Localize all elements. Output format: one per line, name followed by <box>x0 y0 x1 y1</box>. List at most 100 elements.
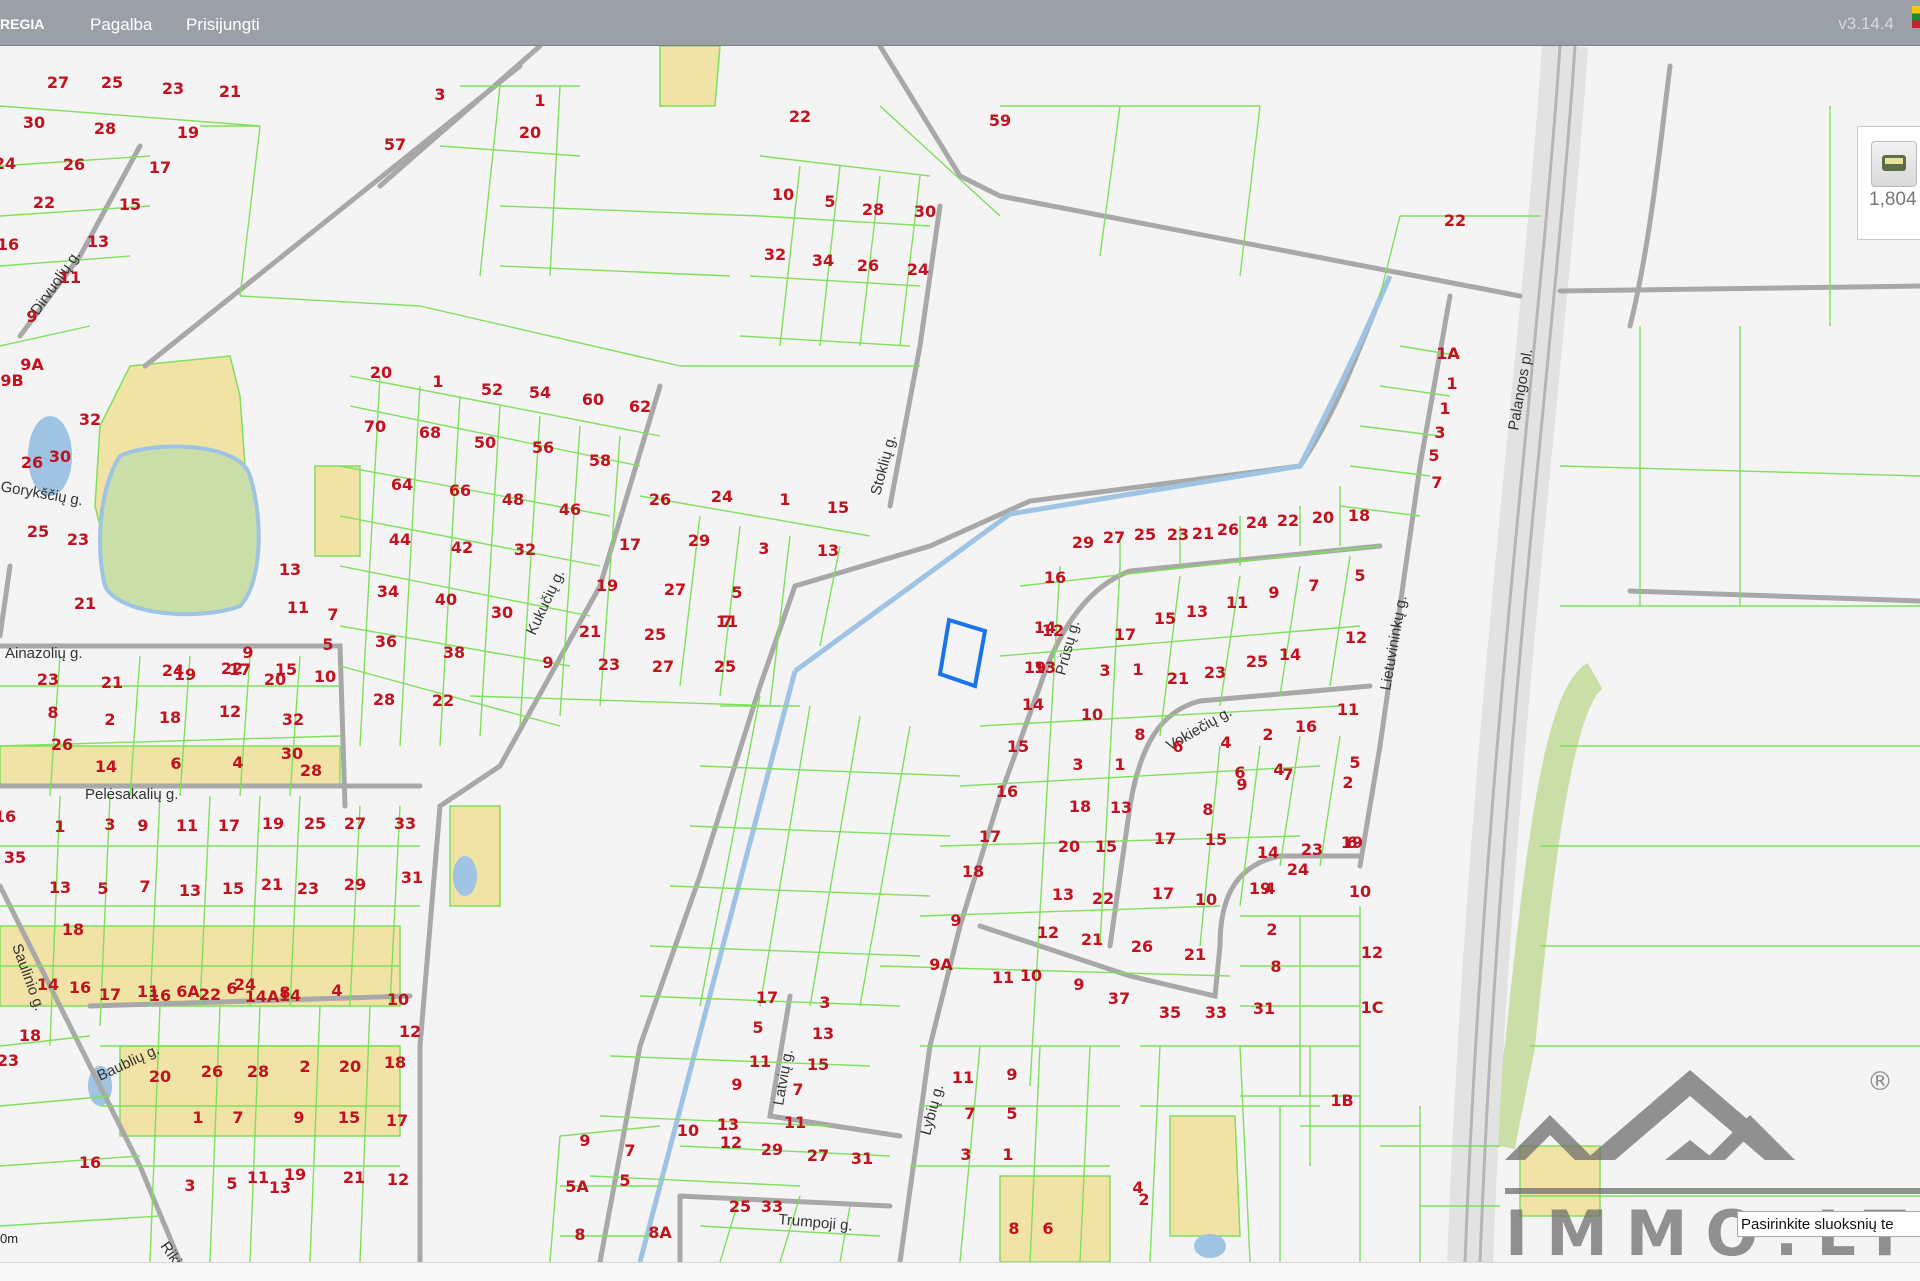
parcel-number: 18 <box>384 1053 406 1072</box>
parcel-number: 7 <box>964 1104 975 1123</box>
immo-logo: IMMO.LT ® <box>1505 1067 1920 1270</box>
parcel-number: 9 <box>542 653 553 672</box>
parcel-number: 12 <box>720 1133 742 1152</box>
language-flag-icon[interactable] <box>1912 6 1920 28</box>
parcel-number: 58 <box>589 451 611 470</box>
parcel-number: 5A <box>565 1177 589 1196</box>
parcel-number: 5 <box>731 583 742 602</box>
app-brand[interactable]: REGIA <box>0 16 44 32</box>
parcel-number: 18 <box>159 708 181 727</box>
parcel-number: 19 <box>262 814 284 833</box>
parcel-number: 7 <box>1308 576 1319 595</box>
parcel-number: 21 <box>219 82 241 101</box>
parcel-number: 11 <box>287 598 309 617</box>
parcel-number: 16 <box>149 986 171 1005</box>
parcel-number: 70 <box>364 417 386 436</box>
parcel-number: 14 <box>279 986 301 1005</box>
parcel-number: 2 <box>1266 920 1277 939</box>
parcel-number: 7 <box>1431 473 1442 492</box>
logo-registered: ® <box>1867 1067 1893 1097</box>
parcel-number: 20 <box>149 1067 171 1086</box>
parcel-number: 10 <box>387 990 409 1009</box>
parcel-number: 9B <box>0 371 23 390</box>
parcel-number: 18 <box>1069 797 1091 816</box>
parcel-number: 1 <box>192 1108 203 1127</box>
parcel-number: 17 <box>218 816 240 835</box>
parcel-number: 4 <box>1220 733 1231 752</box>
parcel-number: 18 <box>19 1026 41 1045</box>
parcel-number: 18 <box>62 920 84 939</box>
parcel-number: 13 <box>1052 885 1074 904</box>
parcel-number: 24 <box>711 487 733 506</box>
parcel-number: 3 <box>1072 755 1083 774</box>
parcel-number: 31 <box>1253 999 1275 1018</box>
parcel-number: 1 <box>1002 1145 1013 1164</box>
parcel-number: 21 <box>343 1168 365 1187</box>
parcel-number: 9 <box>1073 975 1084 994</box>
parcel-number: 4 <box>1264 879 1275 898</box>
parcel-number: 8 <box>1202 800 1213 819</box>
parcel-number: 27 <box>1103 528 1125 547</box>
parcel-number: 24 <box>1246 513 1268 532</box>
parcel-number: 11 <box>176 816 198 835</box>
menu-help[interactable]: Pagalba <box>90 15 152 35</box>
parcel-number: 19 <box>1024 658 1046 677</box>
parcel-number: 9 <box>137 816 148 835</box>
parcel-number: 9 <box>26 307 37 326</box>
parcel-number: 17 <box>619 535 641 554</box>
parcel-number: 24 <box>0 154 16 173</box>
parcel-number: 29 <box>761 1140 783 1159</box>
parcel-number: 25 <box>644 625 666 644</box>
parcel-number: 1 <box>534 91 545 110</box>
parcel-number: 5 <box>322 635 333 654</box>
parcel-number: 20 <box>1058 837 1080 856</box>
layer-count: 1,804 <box>1869 189 1917 210</box>
parcel-number: 16 <box>1295 717 1317 736</box>
parcel-number: 19 <box>284 1165 306 1184</box>
parcel-number: 12 <box>1037 923 1059 942</box>
parcel-number: 21 <box>74 594 96 613</box>
parcel-number: 13 <box>49 878 71 897</box>
parcel-number: 26 <box>857 256 879 275</box>
parcel-number: 10 <box>1081 705 1103 724</box>
parcel-number: 23 <box>1301 840 1323 859</box>
parcel-number: 14 <box>37 975 59 994</box>
parcel-number: 9A <box>20 355 44 374</box>
parcel-number: 13 <box>1186 602 1208 621</box>
parcel-number: 16 <box>0 807 16 826</box>
parcel-number: 23 <box>0 1051 19 1070</box>
layers-toggle-button[interactable] <box>1871 141 1917 187</box>
parcel-number: 11 <box>992 968 1014 987</box>
parcel-number: 6 <box>1042 1219 1053 1238</box>
parcel-number: 2 <box>1138 1190 1149 1209</box>
parcel-number: 5 <box>1354 566 1365 585</box>
parcel-number: 3 <box>960 1145 971 1164</box>
parcel-number: 17 <box>386 1111 408 1130</box>
parcel-number: 19 <box>596 576 618 595</box>
parcel-number: 5 <box>824 192 835 211</box>
parcel-number: 1C <box>1361 998 1384 1017</box>
parcel-number: 11 <box>952 1068 974 1087</box>
parcel-number: 26 <box>1217 520 1239 539</box>
parcel-number: 23 <box>598 655 620 674</box>
parcel-number: 1 <box>1114 755 1125 774</box>
parcel-number: 17 <box>756 988 778 1007</box>
parcel-number: 32 <box>282 710 304 729</box>
parcel-number: 15 <box>338 1108 360 1127</box>
parcel-number: 22 <box>1092 889 1114 908</box>
parcel-number: 25 <box>714 657 736 676</box>
parcel-number: 1B <box>1330 1091 1353 1110</box>
parcel-number: 66 <box>449 481 471 500</box>
parcel-number: 36 <box>375 632 397 651</box>
parcel-number: 1A <box>1436 344 1460 363</box>
parcel-number: 24 <box>907 260 929 279</box>
parcel-number: 34 <box>812 251 834 270</box>
parcel-number: 2 <box>299 1057 310 1076</box>
parcel-number: 27 <box>47 73 69 92</box>
parcel-number: 28 <box>862 200 884 219</box>
parcel-number: 22 <box>789 107 811 126</box>
parcel-number: 1 <box>1132 660 1143 679</box>
parcel-number: 12 <box>219 702 241 721</box>
menu-login[interactable]: Prisijungti <box>186 15 260 35</box>
parcel-number: 6 <box>1234 763 1245 782</box>
